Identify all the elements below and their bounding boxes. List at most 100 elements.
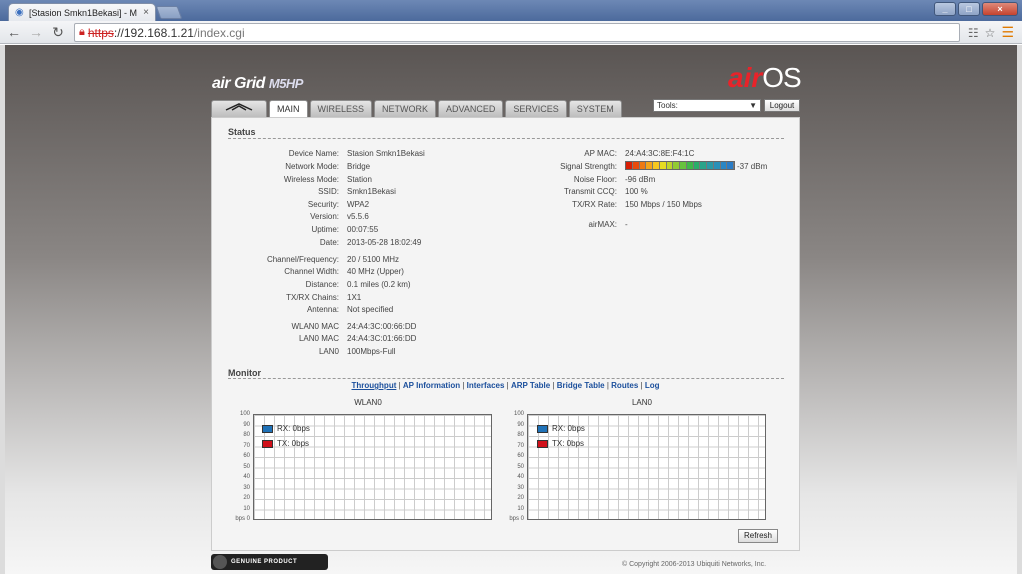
y-tick-label: 50 [243, 463, 250, 470]
y-tick-label: 20 [517, 495, 524, 501]
tab-ubnt-logo[interactable] [211, 100, 267, 117]
signal-segment [680, 162, 687, 169]
status-value: 24:A4:3C:8E:F4:1C [625, 149, 695, 158]
status-value: WPA2 [347, 200, 370, 209]
status-label: Signal Strength: [560, 162, 617, 171]
tab-close-icon[interactable]: × [143, 7, 149, 18]
y-tick-label: bps 0 [509, 516, 524, 522]
status-label: Noise Floor: [573, 175, 617, 184]
status-label: Distance: [305, 280, 339, 289]
tab-advanced[interactable]: ADVANCED [438, 100, 504, 117]
airgrid-logo: air Grid M5HP [212, 75, 303, 93]
y-tick-label: 40 [517, 474, 524, 480]
signal-segment [713, 162, 721, 169]
back-arrow-icon[interactable]: ← [6, 24, 22, 40]
forward-arrow-icon[interactable]: → [28, 24, 44, 40]
status-value: 2013-05-28 18:02:49 [347, 238, 422, 247]
bookmark-star-icon[interactable]: ☆ [985, 26, 996, 40]
signal-strength-value: -37 dBm [737, 162, 768, 171]
brand-os: OS [762, 62, 801, 93]
ubiquiti-logo-icon [225, 103, 253, 111]
link-arp-table[interactable]: ARP Table [511, 381, 550, 390]
link-throughput[interactable]: Throughput [352, 381, 397, 390]
status-label: SSID: [318, 187, 339, 196]
status-label: airMAX: [588, 220, 617, 229]
legend-tx-label: TX: 0bps [552, 439, 585, 448]
minimize-button[interactable]: _ [934, 2, 956, 16]
y-tick-label: 20 [243, 495, 250, 501]
airos-logo: airOS [728, 62, 802, 94]
rx-swatch [262, 424, 273, 433]
refresh-button[interactable]: Refresh [738, 529, 778, 543]
legend-rx-label: RX: 0bps [552, 424, 585, 433]
tab-wireless[interactable]: WIRELESS [309, 100, 373, 117]
legend-rx-label: RX: 0bps [277, 424, 310, 433]
tools-dropdown[interactable]: Tools: ▼ [653, 99, 761, 112]
y-tick-label: 100 [513, 411, 524, 417]
status-value: 1X1 [347, 293, 362, 302]
status-label: Date: [319, 238, 339, 247]
reload-icon[interactable]: ↻ [50, 24, 66, 40]
status-value: 24:A4:3C:00:66:DD [347, 322, 417, 331]
y-tick-label: bps 0 [235, 516, 250, 522]
legend-rx-wlan0: RX: 0bps [262, 424, 310, 433]
legend-rx-lan0: RX: 0bps [537, 424, 585, 433]
close-window-button[interactable]: × [982, 2, 1018, 16]
signal-segment [632, 162, 640, 169]
page-action-icon[interactable]: ☷ [968, 26, 979, 40]
tab-system[interactable]: SYSTEM [568, 100, 622, 117]
status-value: 24:A4:3C:01:66:DD [347, 334, 417, 343]
link-routes[interactable]: Routes [611, 381, 638, 390]
status-label: Network Mode: [285, 162, 339, 171]
status-value: v5.5.6 [347, 212, 369, 221]
address-bar[interactable]: 🔒︎ https ://192.168.1.21 /index.cgi [74, 23, 960, 42]
browser-titlebar: ◉ [Stasion Smkn1Bekasi] - M × _ □ × [0, 0, 1022, 21]
tools-dropdown-value: Tools: [657, 101, 678, 110]
copyright: © Copyright 2006-2013 Ubiquiti Networks,… [622, 561, 767, 568]
viewport-edge-right [1017, 45, 1022, 574]
y-tick-label: 60 [517, 453, 524, 459]
tab-services[interactable]: SERVICES [505, 100, 567, 117]
signal-strength-bar [625, 161, 735, 170]
logout-button[interactable]: Logout [764, 99, 800, 112]
status-section-title: Status [228, 127, 256, 137]
url-path: /index.cgi [193, 25, 245, 40]
y-tick-label: 30 [243, 484, 250, 491]
link-ap-information[interactable]: AP Information [403, 381, 460, 390]
signal-segment [646, 162, 653, 169]
insecure-lock-icon[interactable]: 🔒︎ [79, 26, 85, 39]
status-label: TX/RX Rate: [572, 200, 617, 209]
status-value: Station [347, 175, 372, 184]
link-interfaces[interactable]: Interfaces [467, 381, 505, 390]
link-bridge-table[interactable]: Bridge Table [557, 381, 605, 390]
monitor-section-title: Monitor [228, 368, 261, 378]
maximize-button[interactable]: □ [958, 2, 980, 16]
status-value: - [625, 220, 628, 229]
status-label: LAN0 MAC [298, 334, 339, 343]
tab-main[interactable]: MAIN [269, 100, 308, 118]
url-scheme: https [87, 25, 114, 40]
y-tick-label: 80 [517, 432, 524, 438]
link-log[interactable]: Log [645, 381, 660, 390]
status-label: AP MAC: [584, 149, 617, 158]
status-label: Device Name: [288, 149, 339, 158]
status-label: Version: [310, 212, 339, 221]
legend-tx-label: TX: 0bps [277, 439, 310, 448]
y-tick-label: 10 [243, 505, 250, 512]
status-label: TX/RX Chains: [286, 293, 339, 302]
status-value: Not specified [347, 305, 394, 314]
browser-tab[interactable]: ◉ [Stasion Smkn1Bekasi] - M × [8, 3, 156, 21]
y-tick-label: 50 [517, 463, 524, 470]
y-tick-label: 80 [243, 432, 250, 438]
new-tab-button[interactable] [155, 6, 183, 19]
status-divider [228, 138, 784, 139]
tab-network[interactable]: NETWORK [374, 100, 437, 117]
chrome-menu-icon[interactable]: ☰ [1001, 24, 1014, 41]
window-controls: _ □ × [934, 2, 1018, 16]
y-tick-label: 40 [243, 474, 250, 480]
signal-segment [686, 162, 694, 169]
status-label: Channel/Frequency: [266, 255, 339, 264]
status-label: Uptime: [311, 225, 339, 234]
graph-title-wlan0: WLAN0 [354, 398, 382, 407]
tx-swatch [262, 439, 273, 448]
